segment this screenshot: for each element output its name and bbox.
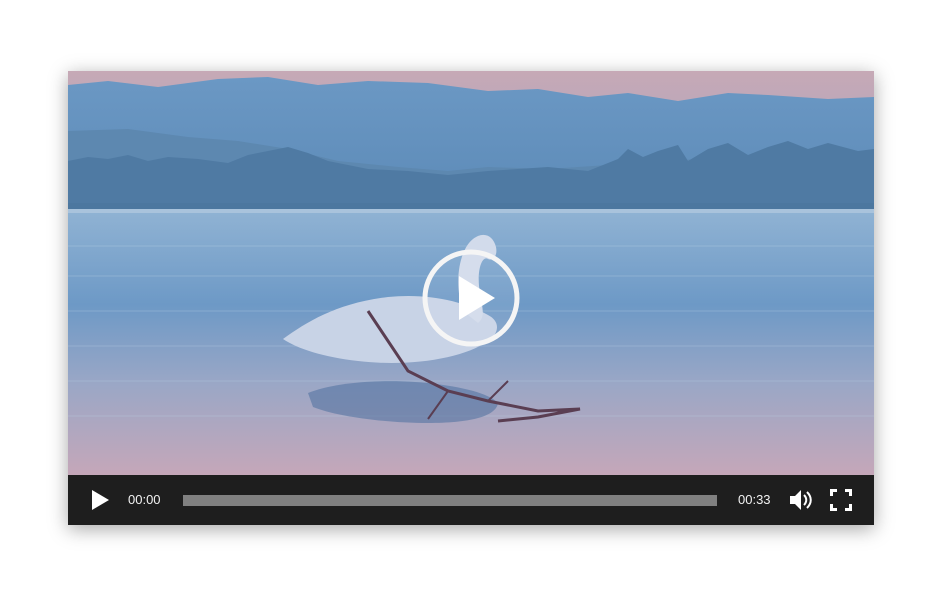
fullscreen-button[interactable] [829, 488, 853, 512]
play-circle-icon [422, 249, 520, 347]
control-bar: 00:00 00:33 [68, 475, 874, 525]
duration-time: 00:33 [738, 492, 771, 507]
current-time: 00:00 [128, 492, 161, 507]
fullscreen-icon [830, 489, 852, 511]
play-icon [92, 490, 109, 510]
big-play-button[interactable] [421, 248, 521, 348]
progress-bar[interactable] [183, 495, 717, 506]
video-frame[interactable] [68, 71, 874, 475]
volume-button[interactable] [789, 489, 813, 511]
play-button[interactable] [90, 489, 110, 511]
video-player[interactable]: 00:00 00:33 [68, 71, 874, 525]
volume-icon [790, 490, 812, 510]
